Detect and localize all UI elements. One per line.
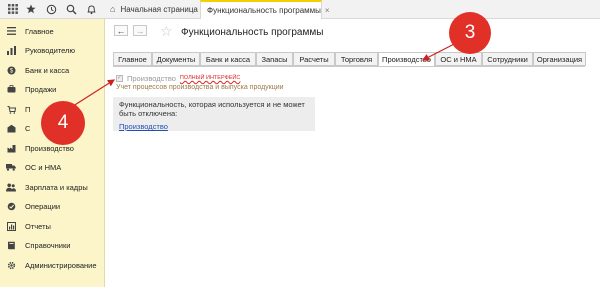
back-button[interactable]: ← (114, 25, 128, 36)
sidebar-item-fixed-assets[interactable]: ОС и НМА (0, 160, 104, 174)
tab-home[interactable]: ⌂ Начальная страница (104, 0, 200, 18)
warehouse-icon (6, 123, 16, 133)
production-option: ✓ Производство ПОЛНЫЙ ИНТЕРФЕЙС (116, 73, 240, 83)
top-toolbar: ⌂ Начальная страница Функциональность пр… (0, 0, 600, 19)
sidebar-item-reports[interactable]: Отчеты (0, 219, 104, 233)
hamburger-icon (6, 26, 16, 36)
sidebar-item-label: Справочники (25, 240, 71, 250)
sidebar-item-sales[interactable]: Продажи (0, 82, 104, 96)
info-text: Функциональность, которая используется и… (119, 100, 305, 118)
sidebar-item-production[interactable]: Производство (0, 141, 104, 155)
functionality-tabs: Главное Документы Банк и касса Запасы Ра… (113, 52, 593, 67)
operations-icon (6, 201, 16, 211)
sidebar-item-bank[interactable]: $ Банк и касса (0, 63, 104, 77)
tab-active-label: Функциональность программы (207, 6, 321, 15)
tab-production[interactable]: Производство (378, 52, 435, 67)
tab-trade[interactable]: Торговля (335, 52, 378, 66)
sidebar-item-operations[interactable]: Операции (0, 199, 104, 213)
tab-organization[interactable]: Организация (533, 52, 586, 66)
sidebar-item-label: Администрирование (25, 260, 97, 270)
gear-icon (6, 260, 16, 270)
star-icon[interactable] (24, 2, 38, 16)
book-icon (6, 240, 16, 250)
sidebar-item-salary[interactable]: Зарплата и кадры (0, 180, 104, 194)
tab-documents[interactable]: Документы (152, 52, 200, 66)
production-link[interactable]: Производство (119, 122, 168, 131)
home-icon: ⌂ (110, 4, 116, 14)
production-checkbox-label: Производство (127, 73, 176, 83)
sidebar-item-label: Отчеты (25, 221, 51, 231)
full-interface-badge: ПОЛНЫЙ ИНТЕРФЕЙС (179, 75, 241, 81)
sidebar: Главное Руководителю $ Банк и касса Прод… (0, 19, 105, 287)
truck-icon (6, 162, 16, 172)
tab-employees[interactable]: Сотрудники (482, 52, 533, 66)
search-icon[interactable] (64, 2, 78, 16)
reports-icon (6, 221, 16, 231)
tab-bank-cash[interactable]: Банк и касса (200, 52, 256, 66)
sidebar-item-directories[interactable]: Справочники (0, 238, 104, 252)
sidebar-item-admin[interactable]: Администрирование (0, 258, 104, 272)
locked-functionality-info: Функциональность, которая используется и… (113, 97, 315, 131)
tabs-divider (113, 66, 585, 67)
main-area: ← → ☆ Функциональность программы Главное… (105, 19, 600, 287)
sidebar-item-manager[interactable]: Руководителю (0, 43, 104, 57)
sidebar-item-label: Банк и касса (25, 65, 70, 75)
page-title: Функциональность программы (181, 27, 324, 38)
favorite-star-icon[interactable]: ☆ (160, 23, 173, 40)
sidebar-item-label: С (25, 123, 31, 133)
sidebar-item-label: ОС и НМА (25, 162, 62, 172)
forward-button[interactable]: → (133, 25, 147, 36)
cart-icon (6, 84, 16, 94)
tab-program-functionality[interactable]: Функциональность программы × (200, 0, 330, 19)
production-checkbox[interactable]: ✓ (116, 74, 123, 82)
tab-stock[interactable]: Запасы (256, 52, 293, 66)
sidebar-item-label: Операции (25, 201, 61, 211)
chart-icon (6, 45, 16, 55)
sidebar-item-label: П (25, 104, 31, 114)
tab-home-label: Начальная страница (120, 4, 198, 14)
sidebar-item-label: Зарплата и кадры (25, 182, 88, 192)
history-icon[interactable] (44, 2, 58, 16)
sidebar-item-label: Производство (25, 143, 74, 153)
close-icon[interactable]: × (325, 6, 330, 15)
sidebar-item-label: Продажи (25, 84, 57, 94)
sidebar-item-label: Главное (25, 26, 54, 36)
tab-main[interactable]: Главное (113, 52, 152, 66)
tab-fixed-assets[interactable]: ОС и НМА (435, 52, 482, 66)
wallet-icon: $ (6, 65, 16, 75)
people-icon (6, 182, 16, 192)
sidebar-item-main[interactable]: Главное (0, 24, 104, 38)
production-description: Учет процессов производства и выпуска пр… (116, 84, 284, 91)
bell-icon[interactable] (84, 2, 98, 16)
sidebar-item-label: Руководителю (25, 45, 76, 55)
production-icon (6, 143, 16, 153)
annotation-badge-3: 3 (449, 12, 491, 54)
purchase-icon (6, 104, 16, 114)
annotation-badge-4: 4 (41, 101, 85, 145)
apps-grid-icon[interactable] (6, 2, 20, 16)
tab-settlements[interactable]: Расчеты (293, 52, 335, 66)
